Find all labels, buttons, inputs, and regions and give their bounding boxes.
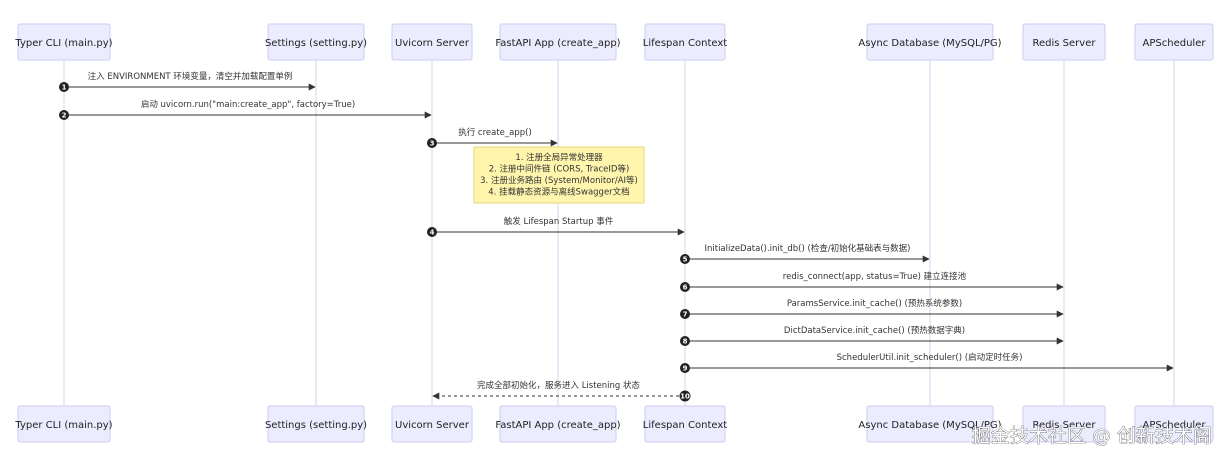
message-label: 完成全部初始化，服务进入 Listening 状态: [477, 380, 641, 391]
participant-label: Settings (setting.py): [265, 38, 367, 49]
participant-label: Uvicorn Server: [395, 420, 470, 431]
participant-label: Redis Server: [1033, 38, 1097, 49]
participant-redis-top: Redis Server: [1022, 23, 1106, 61]
message-label: redis_connect(app, status=True) 建立连接池: [783, 271, 967, 282]
participant-cli-bottom: Typer CLI (main.py): [14, 405, 113, 443]
message-label: 触发 Lifespan Startup 事件: [504, 216, 614, 227]
participant-label: FastAPI App (create_app): [495, 420, 620, 431]
participant-label: FastAPI App (create_app): [495, 38, 620, 49]
sequence-diagram: Typer CLI (main.py) Typer CLI (main.py) Se…: [14, 23, 1214, 447]
sequence-number: 8: [683, 338, 688, 346]
sequence-number: 9: [683, 365, 688, 373]
message-6: redis_connect(app, status=True) 建立连接池 6: [680, 271, 1064, 292]
participant-label: Uvicorn Server: [395, 38, 470, 49]
message-8: DictDataService.init_cache() (预热数据字典) 8: [680, 325, 1064, 346]
message-9: SchedulerUtil.init_scheduler() (启动定时任务) 9: [680, 352, 1174, 373]
participant-label: Typer CLI (main.py): [14, 38, 112, 49]
participant-fastapi-bottom: FastAPI App (create_app): [495, 405, 621, 443]
message-3: 执行 create_app() 3: [427, 127, 558, 148]
message-7: ParamsService.init_cache() (预热系统参数) 7: [680, 298, 1064, 319]
message-label: 启动 uvicorn.run("main:create_app", factor…: [141, 99, 355, 110]
sequence-number: 4: [430, 229, 435, 237]
sequence-number: 10: [680, 393, 690, 401]
participant-db-top: Async Database (MySQL/PG): [858, 23, 1002, 61]
sequence-number: 2: [62, 112, 67, 120]
note-create-app: 1. 注册全局异常处理器2. 注册中间件链 (CORS, TraceID等)3.…: [473, 146, 645, 204]
message-label: InitializeData().init_db() (检查/初始化基础表与数据…: [704, 243, 910, 254]
participant-scheduler-top: APScheduler: [1134, 23, 1214, 61]
message-1: 注入 ENVIRONMENT 环境变量，清空并加载配置单例 1: [59, 71, 316, 92]
participant-settings-bottom: Settings (setting.py): [265, 405, 367, 443]
message-4: 触发 Lifespan Startup 事件 4: [427, 216, 685, 237]
message-2: 启动 uvicorn.run("main:create_app", factor…: [59, 99, 432, 120]
message-5: InitializeData().init_db() (检查/初始化基础表与数据…: [680, 243, 930, 264]
participant-label: APScheduler: [1143, 38, 1207, 49]
sequence-number: 6: [683, 284, 688, 292]
participant-label: Settings (setting.py): [265, 420, 367, 431]
note-line: 3. 注册业务路由 (System/Monitor/AI等): [480, 175, 638, 186]
participant-label: Typer CLI (main.py): [14, 420, 112, 431]
message-10: 完成全部初始化，服务进入 Listening 状态 10: [432, 380, 691, 402]
participant-fastapi-top: FastAPI App (create_app): [495, 23, 621, 61]
sequence-number: 1: [62, 84, 67, 92]
participant-label: Lifespan Context: [643, 420, 727, 431]
participant-lifespan-top: Lifespan Context: [643, 23, 727, 61]
sequence-number: 7: [683, 311, 688, 319]
note-line: 4. 挂载静态资源与离线Swagger文档: [488, 187, 629, 198]
message-label: ParamsService.init_cache() (预热系统参数): [787, 298, 962, 309]
sequence-number: 5: [683, 256, 688, 264]
participant-settings-top: Settings (setting.py): [265, 23, 367, 61]
message-label: SchedulerUtil.init_scheduler() (启动定时任务): [837, 352, 1023, 363]
note-line: 1. 注册全局异常处理器: [515, 152, 603, 163]
message-label: 注入 ENVIRONMENT 环境变量，清空并加载配置单例: [88, 71, 293, 82]
watermark: 掘金技术社区 @ 创新技术阁: [972, 425, 1212, 447]
participant-uvicorn-top: Uvicorn Server: [391, 23, 473, 61]
participant-lifespan-bottom: Lifespan Context: [643, 405, 727, 443]
message-label: DictDataService.init_cache() (预热数据字典): [784, 325, 965, 336]
note-line: 2. 注册中间件链 (CORS, TraceID等): [489, 164, 630, 175]
participant-label: Async Database (MySQL/PG): [858, 38, 1001, 49]
participant-uvicorn-bottom: Uvicorn Server: [391, 405, 473, 443]
sequence-number: 3: [430, 140, 435, 148]
message-label: 执行 create_app(): [458, 127, 532, 138]
participant-label: Lifespan Context: [643, 38, 727, 49]
participant-cli-top: Typer CLI (main.py): [14, 23, 113, 61]
